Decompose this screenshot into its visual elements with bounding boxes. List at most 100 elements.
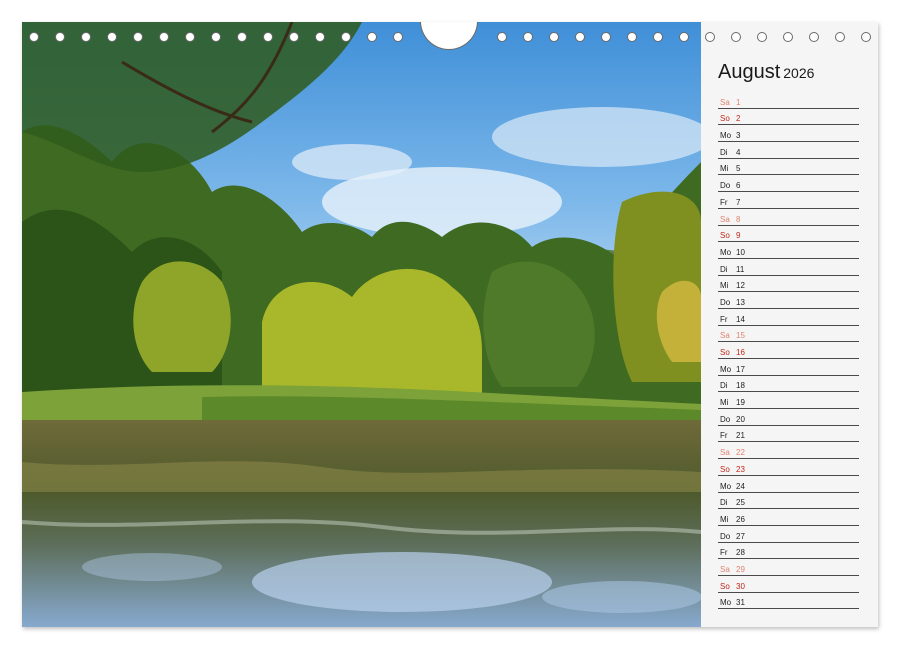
day-name: Do (720, 181, 731, 191)
day-number: 26 (736, 514, 745, 524)
day-number: 6 (736, 181, 741, 191)
day-name: Sa (720, 214, 730, 224)
day-number: 5 (736, 164, 741, 174)
day-number: 1 (736, 97, 741, 107)
day-name: Mi (720, 164, 729, 174)
binding-ring (263, 32, 273, 42)
day-row: Mo 31 (718, 593, 859, 610)
day-number: 4 (736, 147, 741, 157)
binding-ring (289, 32, 299, 42)
day-name: Di (720, 381, 728, 391)
month-year: 2026 (783, 65, 815, 81)
day-name: Di (720, 498, 728, 508)
day-row: Sa 1 (718, 92, 859, 109)
day-name: Do (720, 297, 731, 307)
day-number: 22 (736, 448, 745, 458)
day-name: Sa (720, 97, 730, 107)
day-row: So 23 (718, 459, 859, 476)
day-row: Sa 29 (718, 559, 859, 576)
binding-ring (523, 32, 533, 42)
day-number: 2 (736, 114, 741, 124)
binding-ring (29, 32, 39, 42)
binding-ring (601, 32, 611, 42)
day-number: 3 (736, 131, 741, 141)
day-row: So 2 (718, 109, 859, 126)
day-number: 8 (736, 214, 741, 224)
day-name: Fr (720, 197, 728, 207)
day-name: Di (720, 264, 728, 274)
day-name: Fr (720, 314, 728, 324)
calendar-page: August 2026 Sa 1 So 2 Mo 3 Di 4 Mi 5 Do 6 Fr 7 Sa 8 So 9 Mo… (22, 22, 878, 627)
binding-ring (575, 32, 585, 42)
day-row: Do 6 (718, 175, 859, 193)
day-row: Di 11 (718, 259, 859, 276)
day-row: Mo 3 (718, 125, 859, 143)
binding-ring (81, 32, 91, 42)
binding-ring (809, 32, 819, 42)
day-number: 13 (736, 297, 745, 307)
day-name: Fr (720, 431, 728, 441)
day-number: 20 (736, 414, 745, 424)
day-name: Sa (720, 448, 730, 458)
day-row: Mo 17 (718, 359, 859, 376)
day-name: So (720, 348, 730, 357)
day-row: Do 20 (718, 409, 859, 426)
day-number: 28 (736, 548, 745, 558)
binding-ring (341, 32, 351, 42)
binding-ring (393, 32, 403, 42)
day-name: Mo (720, 131, 732, 141)
binding-ring (211, 32, 221, 42)
binding-ring (731, 32, 741, 42)
binding-ring (861, 32, 871, 42)
day-number: 12 (736, 281, 745, 291)
binding-ring (835, 32, 845, 42)
day-number: 10 (736, 247, 745, 257)
day-number: 14 (736, 314, 745, 324)
day-name: So (720, 114, 730, 124)
day-row: So 16 (718, 342, 859, 359)
day-number: 24 (736, 481, 745, 491)
day-name: Mo (720, 481, 732, 491)
day-number: 30 (736, 581, 745, 591)
day-number: 19 (736, 398, 745, 408)
day-row: Fr 7 (718, 192, 859, 209)
day-name: Mo (720, 247, 732, 257)
day-number: 18 (736, 381, 745, 391)
day-name: So (720, 231, 730, 241)
day-name: Mi (720, 398, 729, 408)
day-number: 16 (736, 348, 745, 357)
day-name: So (720, 581, 730, 591)
day-number: 15 (736, 331, 745, 341)
day-name: Mo (720, 598, 732, 608)
day-name: Mi (720, 281, 729, 291)
binding-ring (757, 32, 767, 42)
day-number: 7 (736, 197, 741, 207)
day-name: Do (720, 531, 731, 541)
day-number: 29 (736, 564, 745, 574)
binding-ring (55, 32, 65, 42)
day-row: Sa 8 (718, 209, 859, 226)
binding-ring (315, 32, 325, 42)
month-heading: August 2026 (718, 61, 814, 84)
day-name: Di (720, 147, 728, 157)
binding-ring (783, 32, 793, 42)
day-row: Mi 12 (718, 276, 859, 293)
day-row: Mi 5 (718, 159, 859, 176)
day-row: Sa 15 (718, 326, 859, 343)
calendar-sidebar: August 2026 Sa 1 So 2 Mo 3 Di 4 Mi 5 Do 6 Fr 7 Sa 8 So 9 Mo… (701, 22, 878, 627)
day-number: 23 (736, 464, 745, 474)
binding-ring (549, 32, 559, 42)
binding-ring (107, 32, 117, 42)
binding-ring (159, 32, 169, 42)
binding-ring (705, 32, 715, 42)
binding-ring (237, 32, 247, 42)
day-name: Mi (720, 514, 729, 524)
day-name: Do (720, 414, 731, 424)
binding-ring (497, 32, 507, 42)
day-number: 31 (736, 598, 745, 608)
day-number: 11 (736, 264, 745, 274)
day-row: Do 13 (718, 292, 859, 309)
day-row: Mo 10 (718, 242, 859, 259)
day-row: Di 25 (718, 493, 859, 510)
day-name: Sa (720, 331, 730, 341)
